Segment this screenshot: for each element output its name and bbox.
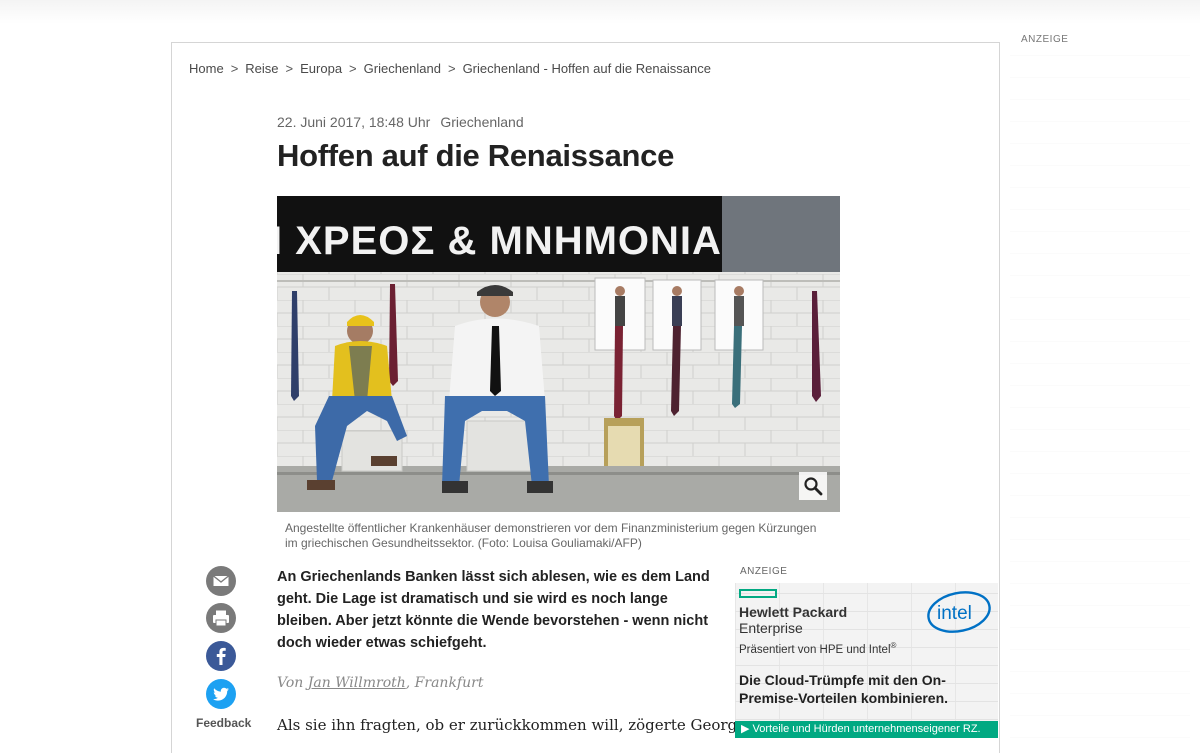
breadcrumb-separator: > xyxy=(447,61,456,76)
breadcrumb-griechenland[interactable]: Griechenland xyxy=(364,61,441,76)
intel-logo-icon: intel xyxy=(927,591,991,633)
ad-label-inline: ANZEIGE xyxy=(740,566,788,577)
facebook-icon xyxy=(206,641,236,671)
share-print-button[interactable] xyxy=(206,603,236,633)
top-strip xyxy=(0,0,1200,24)
breadcrumb-current[interactable]: Griechenland - Hoffen auf die Renaissanc… xyxy=(463,61,711,76)
article-lead: An Griechenlands Banken lässt sich ables… xyxy=(277,569,710,651)
article-title: Hoffen auf die Renaissance xyxy=(277,138,675,173)
photo-banner-text: Ι ΧΡΕΟΣ & ΜΝΗΜΟΝΙΑ xyxy=(277,219,722,263)
article-meta: 22. Juni 2017, 18:48 Uhr Griechenland xyxy=(277,114,524,130)
share-twitter-button[interactable] xyxy=(206,679,236,709)
breadcrumb-separator: > xyxy=(285,61,294,76)
ad-brand-line1: Hewlett Packard xyxy=(739,604,848,620)
ad-slot-right xyxy=(1010,55,1190,738)
article-body-first-line: Als sie ihn fragten, ob er zurückkommen … xyxy=(277,716,747,734)
article-date: 22. Juni 2017, 18:48 Uhr xyxy=(277,114,431,130)
ad-brand-line2: Enterprise xyxy=(739,620,803,636)
print-icon xyxy=(206,603,236,633)
article-category[interactable]: Griechenland xyxy=(440,114,523,130)
byline-prefix: Von xyxy=(277,675,304,691)
photo-caption: Angestellte öffentlicher Krankenhäuser d… xyxy=(285,521,817,550)
ad-hpe-intel[interactable]: Hewlett Packard Enterprise intel Präsent… xyxy=(735,583,998,738)
ad-presented-by: Präsentiert von HPE und Intel® xyxy=(739,641,897,656)
breadcrumb-reise[interactable]: Reise xyxy=(245,61,278,76)
breadcrumb-separator: > xyxy=(230,61,239,76)
feedback-link[interactable]: Feedback xyxy=(196,716,251,730)
breadcrumb-europa[interactable]: Europa xyxy=(300,61,342,76)
share-facebook-button[interactable] xyxy=(206,641,236,671)
hpe-logo-bar xyxy=(739,589,777,598)
share-mail-button[interactable] xyxy=(206,566,236,596)
photo-illustration: Ι ΧΡΕΟΣ & ΜΝΗΜΟΝΙΑ xyxy=(277,196,840,512)
ad-cta-button[interactable]: ▶ Vorteile und Hürden unternehmenseigene… xyxy=(735,721,998,738)
byline-author-link[interactable]: Jan Willmroth xyxy=(308,675,406,691)
intel-logo-text: intel xyxy=(937,603,972,624)
breadcrumb-home[interactable]: Home xyxy=(189,61,224,76)
photo-zoom-button[interactable] xyxy=(799,472,827,500)
article-photo[interactable]: Ι ΧΡΕΟΣ & ΜΝΗΜΟΝΙΑ xyxy=(277,196,840,512)
ad-headline: Die Cloud-Trümpfe mit den On-Premise-Vor… xyxy=(739,672,949,706)
magnifier-icon xyxy=(804,477,823,496)
ad-label-right: ANZEIGE xyxy=(1021,34,1069,45)
ad-cta-label: Vorteile und Hürden unternehmenseigener … xyxy=(752,723,981,735)
byline-location: , Frankfurt xyxy=(405,675,484,691)
twitter-icon xyxy=(206,679,236,709)
breadcrumb-separator: > xyxy=(349,61,357,76)
play-triangle-icon: ▶ xyxy=(741,723,750,735)
mail-icon xyxy=(206,566,236,596)
breadcrumb: Home > Reise > Europa > Griechenland > Griechenl… xyxy=(189,61,711,76)
article-byline: Von Jan Willmroth, Frankfurt xyxy=(277,675,483,691)
